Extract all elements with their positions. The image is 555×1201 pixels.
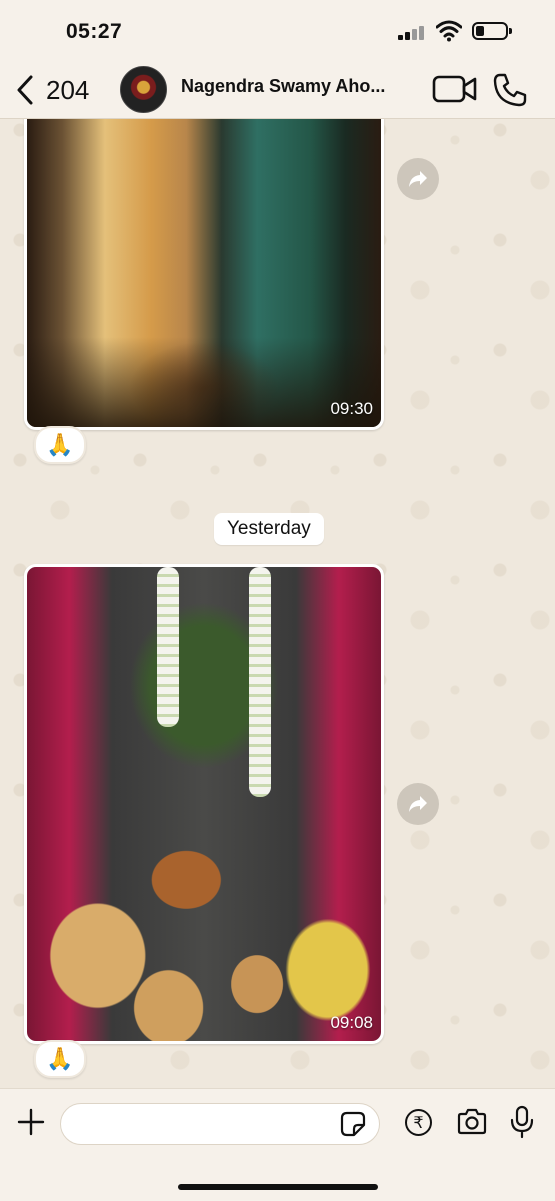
chat-header: 204 Nagendra Swamy Aho... <box>0 62 555 119</box>
forward-button[interactable] <box>397 158 439 200</box>
battery-icon <box>472 22 512 40</box>
forward-icon <box>409 796 427 812</box>
reaction-badge[interactable]: 🙏 <box>34 426 86 464</box>
wifi-icon <box>436 20 462 42</box>
back-chevron-icon <box>17 75 33 105</box>
forward-icon <box>409 171 427 187</box>
plus-icon[interactable] <box>16 1107 46 1137</box>
status-bar: 05:27 <box>0 0 555 62</box>
message-input[interactable] <box>60 1103 380 1145</box>
image-message[interactable]: 09:08 <box>24 564 384 1044</box>
camera-icon[interactable] <box>456 1108 488 1136</box>
sticker-icon[interactable] <box>340 1111 366 1137</box>
unread-count: 204 <box>46 74 90 105</box>
contact-name[interactable]: Nagendra Swamy Aho... <box>181 76 411 97</box>
image-message[interactable]: 09:30 <box>24 100 384 430</box>
back-button[interactable]: 204 <box>14 70 89 110</box>
forward-button[interactable] <box>397 783 439 825</box>
status-time: 05:27 <box>66 20 123 43</box>
message-time: 09:08 <box>330 1013 373 1032</box>
phone-call-icon[interactable] <box>492 72 528 108</box>
rupee-icon[interactable]: ₹ <box>405 1109 432 1136</box>
reaction-badge[interactable]: 🙏 <box>34 1040 86 1078</box>
microphone-icon[interactable] <box>510 1105 534 1139</box>
date-separator: Yesterday <box>214 513 324 545</box>
avatar[interactable] <box>120 66 167 113</box>
home-indicator <box>178 1184 378 1190</box>
message-time: 09:30 <box>330 399 373 418</box>
video-call-icon[interactable] <box>432 74 478 104</box>
signal-icon <box>398 24 428 40</box>
